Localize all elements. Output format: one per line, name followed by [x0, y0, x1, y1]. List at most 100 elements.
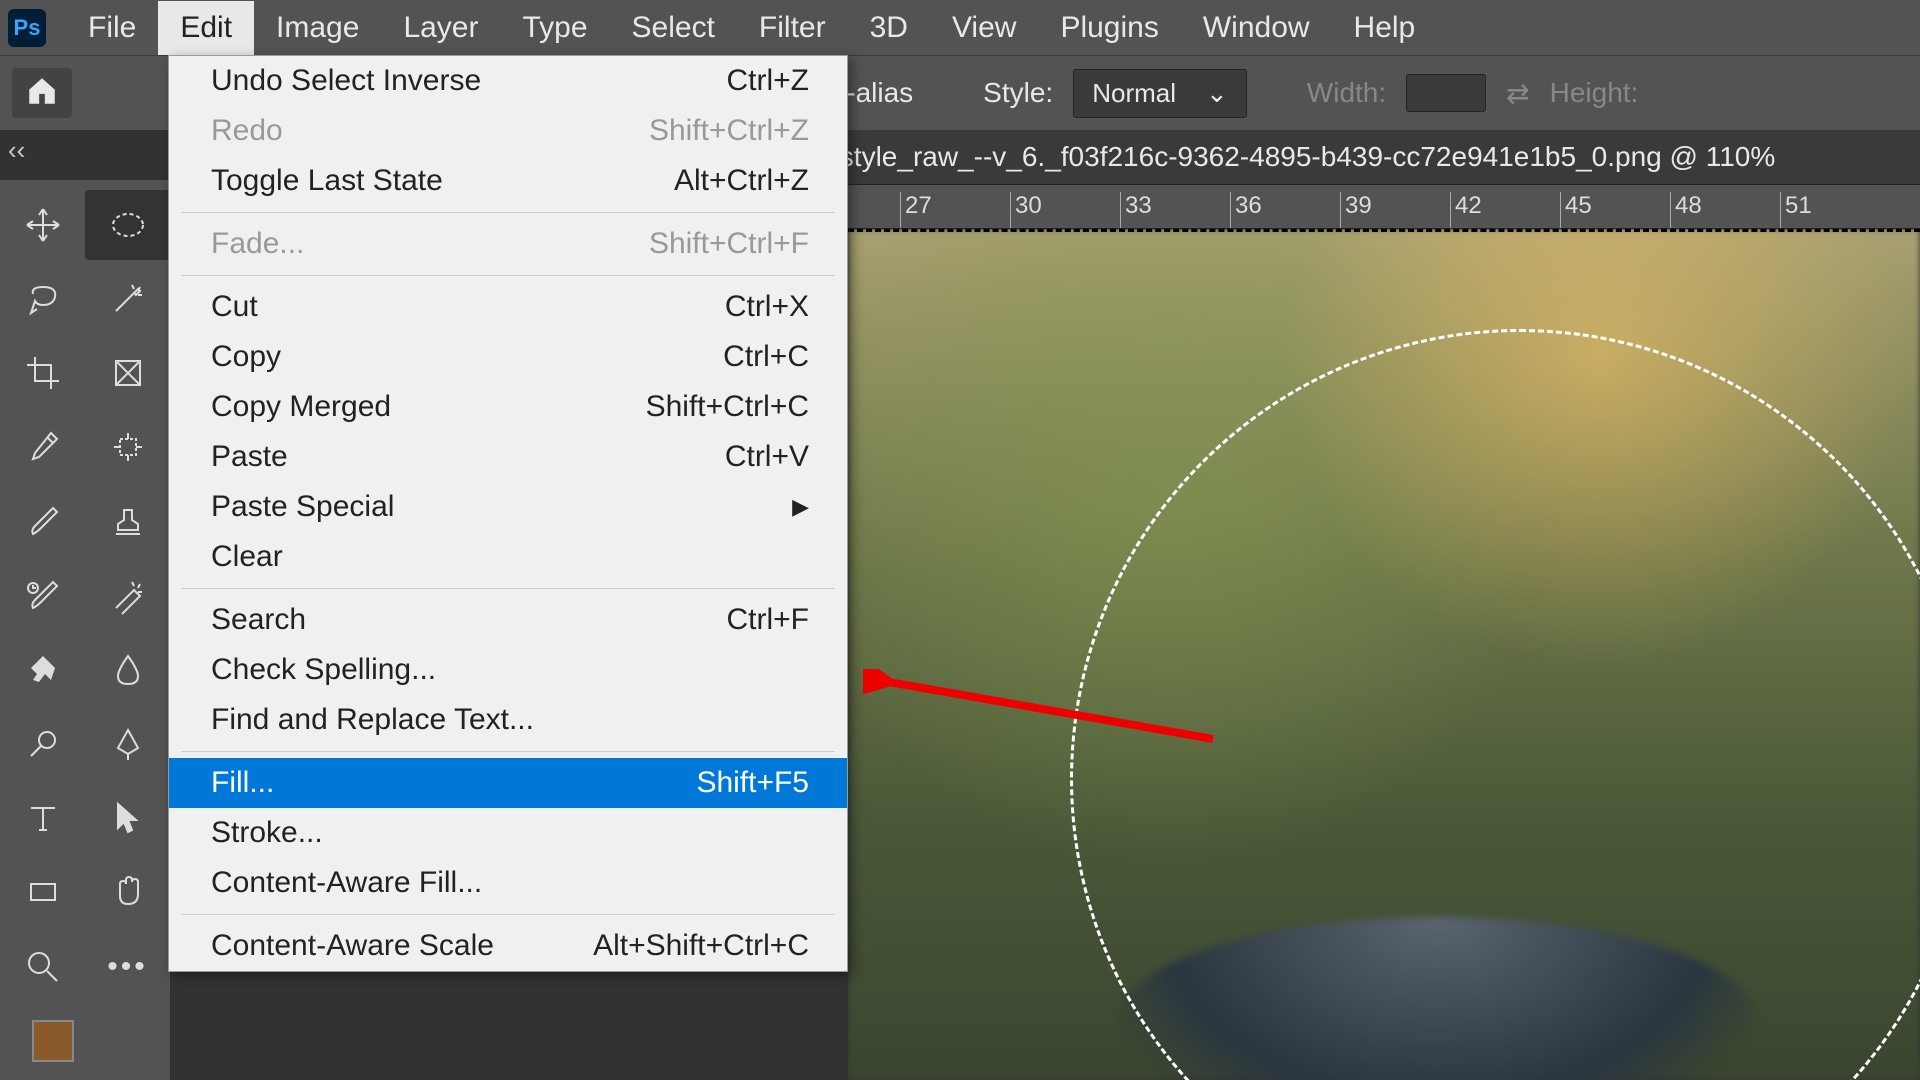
- menu-item-label: Toggle Last State: [211, 164, 443, 198]
- menu-item-label: Undo Select Inverse: [211, 64, 481, 98]
- menu-item-shortcut: Shift+F5: [696, 766, 809, 800]
- menu-type[interactable]: Type: [500, 1, 609, 55]
- marquee-tool[interactable]: [85, 190, 170, 260]
- menu-item-label: Copy Merged: [211, 390, 391, 424]
- magic-wand-tool[interactable]: [85, 264, 170, 334]
- canvas[interactable]: [848, 229, 1920, 1080]
- frame-tool[interactable]: [85, 338, 170, 408]
- menu-window[interactable]: Window: [1181, 1, 1332, 55]
- menu-3d[interactable]: 3D: [848, 1, 930, 55]
- style-label: Style:: [983, 77, 1053, 109]
- crop-tool[interactable]: [0, 338, 85, 408]
- menu-view[interactable]: View: [930, 1, 1038, 55]
- menubar: Ps FileEditImageLayerTypeSelectFilter3DV…: [0, 0, 1920, 55]
- menu-item-toggle-last-state[interactable]: Toggle Last State Alt+Ctrl+Z: [169, 156, 847, 206]
- home-icon: [25, 74, 59, 113]
- magic-eraser-tool[interactable]: [85, 561, 170, 631]
- width-field[interactable]: [1406, 74, 1486, 112]
- menu-item-shortcut: Shift+Ctrl+F: [649, 227, 809, 261]
- chevron-down-icon: ⌄: [1206, 78, 1228, 109]
- stamp-tool[interactable]: [85, 487, 170, 557]
- app-logo-text: Ps: [14, 15, 41, 41]
- menu-select[interactable]: Select: [610, 1, 737, 55]
- ellipsis-icon: •••: [107, 950, 148, 984]
- width-label: Width:: [1307, 77, 1386, 109]
- gradient-tool[interactable]: [0, 635, 85, 705]
- edit-menu-dropdown: Undo Select Inverse Ctrl+Z RedoShift+Ctrl+…: [168, 55, 848, 972]
- zoom-tool[interactable]: [0, 932, 85, 1002]
- style-value: Normal: [1092, 78, 1176, 109]
- menu-item-label: Paste: [211, 440, 288, 474]
- menu-item-check-spelling[interactable]: Check Spelling...: [169, 645, 847, 695]
- menu-item-label: Clear: [211, 540, 283, 574]
- menu-item-stroke[interactable]: Stroke...: [169, 808, 847, 858]
- hand-tool[interactable]: [85, 857, 170, 927]
- menu-item-label: Fade...: [211, 227, 304, 261]
- brush-tool[interactable]: [0, 487, 85, 557]
- document-tab-title[interactable]: 9_--style_raw_--v_6._f03f216c-9362-4895-…: [790, 141, 1775, 173]
- menu-layer[interactable]: Layer: [381, 1, 500, 55]
- menu-item-find-and-replace-text[interactable]: Find and Replace Text...: [169, 695, 847, 745]
- menu-item-shortcut: Alt+Shift+Ctrl+C: [593, 929, 809, 963]
- annotation-arrow: [863, 669, 1223, 754]
- menu-separator: [181, 914, 835, 915]
- menu-item-label: Paste Special: [211, 490, 394, 524]
- submenu-arrow-icon: ▶: [792, 494, 809, 520]
- history-brush-tool[interactable]: [0, 561, 85, 631]
- panel-collapse-button[interactable]: ‹‹: [8, 135, 25, 166]
- rectangle-tool[interactable]: [0, 857, 85, 927]
- height-label: Height:: [1550, 77, 1639, 109]
- menu-plugins[interactable]: Plugins: [1038, 1, 1180, 55]
- menu-item-label: Content-Aware Fill...: [211, 866, 482, 900]
- ruler-tick: 51: [1780, 192, 1890, 228]
- menu-filter[interactable]: Filter: [737, 1, 848, 55]
- menu-separator: [181, 212, 835, 213]
- menu-item-clear[interactable]: Clear: [169, 532, 847, 582]
- menu-item-copy[interactable]: Copy Ctrl+C: [169, 332, 847, 382]
- blur-tool[interactable]: [85, 635, 170, 705]
- menu-item-shortcut: Ctrl+F: [727, 603, 810, 637]
- menu-item-search[interactable]: Search Ctrl+F: [169, 595, 847, 645]
- menu-item-undo-select-inverse[interactable]: Undo Select Inverse Ctrl+Z: [169, 56, 847, 106]
- move-tool[interactable]: [0, 190, 85, 260]
- menu-item-paste[interactable]: Paste Ctrl+V: [169, 432, 847, 482]
- toolbox: •••: [0, 180, 170, 1080]
- menu-item-shortcut: Ctrl+C: [723, 340, 809, 374]
- path-select-tool[interactable]: [85, 783, 170, 853]
- style-dropdown[interactable]: Normal ⌄: [1073, 69, 1247, 118]
- lasso-tool[interactable]: [0, 264, 85, 334]
- menu-item-label: Copy: [211, 340, 281, 374]
- menu-item-label: Search: [211, 603, 306, 637]
- menu-edit[interactable]: Edit: [158, 1, 254, 55]
- home-button[interactable]: [12, 68, 72, 118]
- menu-item-redo: RedoShift+Ctrl+Z: [169, 106, 847, 156]
- menu-item-content-aware-scale[interactable]: Content-Aware ScaleAlt+Shift+Ctrl+C: [169, 921, 847, 971]
- menu-item-label: Fill...: [211, 766, 274, 800]
- patch-tool[interactable]: [85, 412, 170, 482]
- ruler-tick: 45: [1560, 192, 1670, 228]
- eyedropper-tool[interactable]: [0, 412, 85, 482]
- app-logo[interactable]: Ps: [8, 9, 46, 47]
- more-tools[interactable]: •••: [85, 932, 170, 1002]
- ruler-tick: 30: [1010, 192, 1120, 228]
- dodge-tool[interactable]: [0, 709, 85, 779]
- ruler-tick: 33: [1120, 192, 1230, 228]
- menu-image[interactable]: Image: [254, 1, 381, 55]
- menu-file[interactable]: File: [66, 1, 158, 55]
- pen-tool[interactable]: [85, 709, 170, 779]
- menu-help[interactable]: Help: [1332, 1, 1438, 55]
- foreground-color-swatch[interactable]: [0, 1006, 85, 1076]
- type-tool[interactable]: [0, 783, 85, 853]
- menu-item-content-aware-fill[interactable]: Content-Aware Fill...: [169, 858, 847, 908]
- menu-item-label: Stroke...: [211, 816, 323, 850]
- swap-dimensions-icon[interactable]: ⇄: [1506, 77, 1529, 110]
- menu-item-shortcut: Alt+Ctrl+Z: [674, 164, 809, 198]
- menu-item-label: Cut: [211, 290, 258, 324]
- menu-item-copy-merged[interactable]: Copy MergedShift+Ctrl+C: [169, 382, 847, 432]
- menu-item-paste-special[interactable]: Paste Special ▶: [169, 482, 847, 532]
- menu-item-cut[interactable]: CutCtrl+X: [169, 282, 847, 332]
- menu-item-shortcut: Ctrl+Z: [727, 64, 810, 98]
- menu-item-label: Check Spelling...: [211, 653, 436, 687]
- menu-item-shortcut: Ctrl+V: [725, 440, 809, 474]
- menu-item-fill[interactable]: Fill... Shift+F5: [169, 758, 847, 808]
